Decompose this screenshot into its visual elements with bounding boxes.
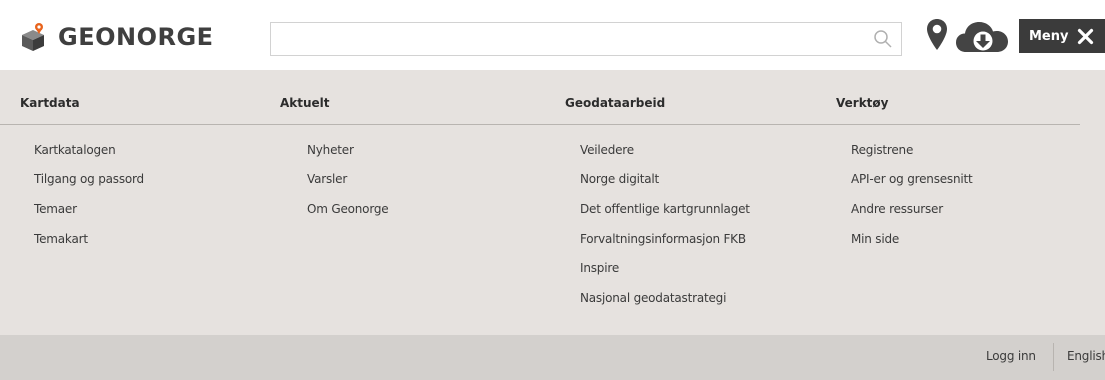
geonorge-logo[interactable]: GEONORGE [20, 22, 214, 52]
geonorge-logo-icon [22, 23, 44, 51]
close-icon [1078, 28, 1094, 44]
menu-item-om-geonorge[interactable]: Om Geonorge [307, 202, 389, 216]
language-link[interactable]: English [1067, 349, 1105, 363]
menu-footer: Logg inn English [0, 335, 1105, 380]
menu-divider [0, 124, 1080, 125]
menu-item-temakart[interactable]: Temakart [34, 232, 88, 246]
search-input[interactable] [271, 23, 877, 55]
search-icon[interactable] [873, 29, 893, 49]
menu-item-varsler[interactable]: Varsler [307, 172, 347, 186]
menu-item-kartkatalogen[interactable]: Kartkatalogen [34, 143, 116, 157]
menu-item-temaer[interactable]: Temaer [34, 202, 77, 216]
menu-item-veiledere[interactable]: Veiledere [580, 143, 634, 157]
menu-item-tilgang-og-passord[interactable]: Tilgang og passord [34, 172, 144, 186]
menu-item-registrene[interactable]: Registrene [851, 143, 913, 157]
menu-item-norge-digitalt[interactable]: Norge digitalt [580, 172, 659, 186]
mega-menu-panel: Kartdata Aktuelt Geodataarbeid Verktøy K… [0, 70, 1105, 335]
menu-item-inspire[interactable]: Inspire [580, 261, 619, 275]
map-pin-icon[interactable] [926, 18, 948, 52]
menu-item-nyheter[interactable]: Nyheter [307, 143, 354, 157]
menu-item-min-side[interactable]: Min side [851, 232, 899, 246]
footer-divider [1053, 343, 1054, 371]
menu-item-nasjonal-geodatastrategi[interactable]: Nasjonal geodatastrategi [580, 291, 726, 305]
menu-item-api-er-og-grensesnitt[interactable]: API-er og grensesnitt [851, 172, 973, 186]
menu-column-title-verktoy[interactable]: Verktøy [836, 96, 888, 110]
menu-column-title-kartdata[interactable]: Kartdata [20, 96, 80, 110]
menu-item-andre-ressurser[interactable]: Andre ressurser [851, 202, 943, 216]
menu-column-title-aktuelt[interactable]: Aktuelt [280, 96, 330, 110]
menu-column-title-geodataarbeid[interactable]: Geodataarbeid [565, 96, 665, 110]
menu-item-det-offentlige-kartgrunnlaget[interactable]: Det offentlige kartgrunnlaget [580, 202, 750, 216]
logo-text: GEONORGE [58, 23, 214, 51]
menu-button[interactable]: Meny [1019, 19, 1105, 53]
cloud-download-icon[interactable] [955, 20, 1009, 54]
menu-label: Meny [1029, 28, 1069, 44]
menu-item-forvaltningsinformasjon-fkb[interactable]: Forvaltningsinformasjon FKB [580, 232, 746, 246]
login-link[interactable]: Logg inn [986, 349, 1036, 363]
header-bar: GEONORGE Meny [0, 0, 1105, 70]
search-box[interactable] [270, 22, 902, 56]
